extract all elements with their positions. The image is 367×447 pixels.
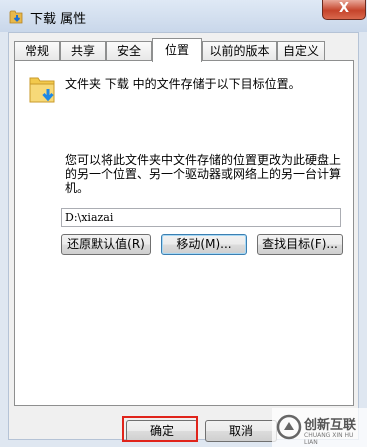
find-target-button[interactable]: 查找目标(F)... — [257, 234, 343, 255]
tab-previous-versions[interactable]: 以前的版本 — [202, 41, 277, 61]
tab-label: 共享 — [70, 44, 95, 58]
tab-label: 常规 — [24, 44, 49, 58]
watermark-text: 创新互联 — [304, 418, 357, 433]
location-path-input[interactable]: D:\xiazai — [61, 208, 341, 227]
tab-customize[interactable]: 自定义 — [277, 41, 325, 61]
close-button[interactable]: X — [322, 0, 366, 20]
folder-download-icon — [29, 77, 55, 103]
close-icon: X — [338, 1, 350, 16]
window-title: 下载 属性 — [30, 12, 87, 27]
tab-sharing[interactable]: 共享 — [60, 41, 106, 61]
tab-location[interactable]: 位置 — [152, 38, 202, 62]
tab-label: 自定义 — [282, 44, 319, 58]
folder-download-icon — [9, 10, 23, 24]
tab-strip: 常规 共享 安全 位置 以前的版本 自定义 — [9, 38, 358, 62]
description-line-3: 机。 — [65, 181, 90, 195]
tab-label: 位置 — [164, 43, 189, 57]
location-panel: 文件夹 下载 中的文件存储于以下目标位置。 您可以将此文件夹中文件存储的位置更改… — [14, 60, 354, 406]
description-line-1: 您可以将此文件夹中文件存储的位置更改为此硬盘上 — [65, 153, 342, 167]
tab-security[interactable]: 安全 — [106, 41, 152, 61]
watermark: 创新互联 CHUANG XIN HU LIAN — [272, 408, 367, 447]
description-line-2: 的另一个位置、另一个驱动器或网络上的另一台计算 — [65, 167, 342, 181]
title-bar[interactable]: 下载 属性 X — [0, 0, 367, 32]
tab-general[interactable]: 常规 — [14, 41, 60, 61]
ok-highlight-outline — [122, 416, 198, 442]
tab-label: 安全 — [116, 44, 141, 58]
restore-default-button[interactable]: 还原默认值(R) — [61, 234, 151, 255]
move-button[interactable]: 移动(M)... — [161, 234, 247, 255]
cancel-button[interactable]: 取消 — [205, 420, 277, 442]
watermark-subtext: CHUANG XIN HU LIAN — [304, 432, 354, 446]
dialog-client: 常规 共享 安全 位置 以前的版本 自定义 文件夹 下载 中的文件存储于以下目标… — [8, 32, 359, 442]
location-header: 文件夹 下载 中的文件存储于以下目标位置。 — [65, 77, 301, 91]
tab-label: 以前的版本 — [209, 44, 270, 58]
watermark-logo-icon — [276, 414, 302, 440]
